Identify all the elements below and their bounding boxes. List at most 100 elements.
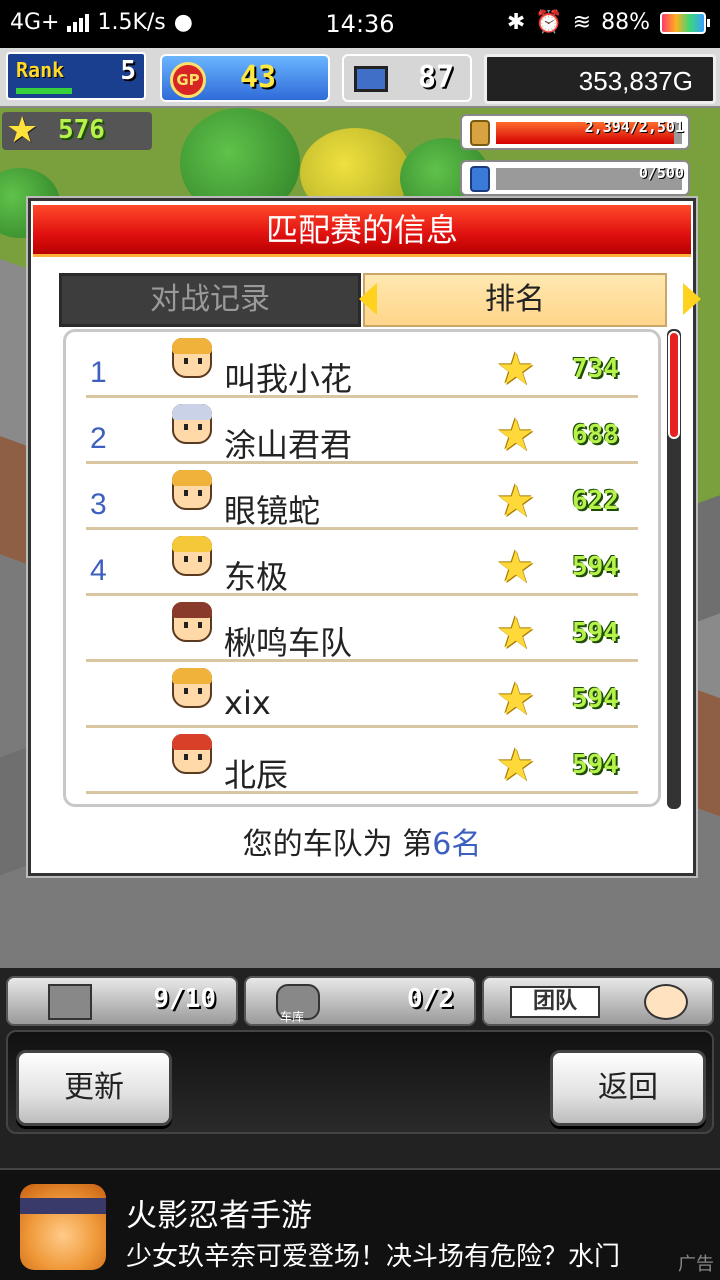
wifi-icon: ≋ bbox=[572, 10, 592, 35]
avatar-hair bbox=[172, 668, 212, 684]
ad-title[interactable]: 火影忍者手游 bbox=[126, 1190, 312, 1235]
player-name: xix bbox=[224, 684, 271, 722]
update-button[interactable]: 更新 bbox=[16, 1050, 172, 1126]
avatar-eye bbox=[184, 754, 188, 760]
coin-stack-icon bbox=[470, 120, 490, 146]
player-name: 北辰 bbox=[224, 756, 289, 794]
gp-panel[interactable]: GP 43 bbox=[160, 54, 330, 102]
ranking-row[interactable]: 北辰 ★ 594 bbox=[86, 728, 638, 794]
player-score: 594 bbox=[572, 684, 619, 714]
star-icon: ★ bbox=[496, 410, 536, 461]
rank-label: Rank bbox=[16, 58, 65, 82]
star-panel: ★ 576 bbox=[2, 112, 152, 150]
ad-banner[interactable]: 火影忍者手游 少女玖辛奈可爱登场！决斗场有危险？水门 广告 bbox=[0, 1168, 720, 1280]
rank-number: 2 bbox=[90, 422, 107, 455]
ranking-row[interactable]: 1 叫我小花 ★ 734 bbox=[86, 332, 638, 398]
fuel-meter: 2,394/2,501 bbox=[460, 114, 690, 150]
star-icon: ★ bbox=[6, 110, 39, 151]
battery-percent: 88% bbox=[601, 10, 650, 35]
ranking-list[interactable]: 1 叫我小花 ★ 734 2 涂山君君 ★ 688 3 眼镜蛇 ★ 622 4 东极 ★ 594 楸鸣车队 ★ 59… bbox=[63, 329, 661, 807]
action-bar: 更新 返回 bbox=[6, 1030, 714, 1134]
avatar-eye bbox=[198, 424, 202, 430]
staff-avatar-icon bbox=[644, 984, 688, 1020]
slot-inventory[interactable]: 9/10 bbox=[6, 976, 238, 1026]
player-avatar bbox=[172, 602, 212, 642]
arrow-right-icon[interactable] bbox=[683, 283, 701, 315]
avatar-eye bbox=[184, 358, 188, 364]
avatar-hair bbox=[172, 602, 212, 618]
computer-icon bbox=[354, 66, 388, 92]
avatar-hair bbox=[172, 338, 212, 354]
avatar-eye bbox=[184, 490, 188, 496]
ranking-row[interactable]: xix ★ 594 bbox=[86, 662, 638, 728]
avatar-eye bbox=[198, 490, 202, 496]
back-button[interactable]: 返回 bbox=[550, 1050, 706, 1126]
player-avatar bbox=[172, 470, 212, 510]
rank-number: 1 bbox=[90, 356, 107, 389]
alarm-icon: ⏰ bbox=[535, 10, 563, 35]
tab-bar: 对战记录 排名 bbox=[59, 273, 701, 327]
star-icon: ★ bbox=[496, 476, 536, 527]
player-avatar bbox=[172, 404, 212, 444]
bluetooth-icon: ✱ bbox=[506, 10, 526, 35]
garage-count: 0/2 bbox=[407, 984, 454, 1014]
star-icon: ★ bbox=[496, 344, 536, 395]
match-info-dialog: 匹配赛的信息 对战记录 排名 1 叫我小花 ★ 734 2 涂山君君 ★ 688 3 眼镜蛇 ★ 62… bbox=[28, 198, 701, 876]
scrollbar[interactable] bbox=[667, 329, 681, 809]
player-name: 东极 bbox=[224, 558, 289, 596]
dialog-title: 匹配赛的信息 bbox=[33, 205, 691, 257]
computer-panel[interactable]: 87 bbox=[342, 54, 472, 102]
capsule-icon bbox=[470, 166, 490, 192]
garage-label: 车库 bbox=[280, 1010, 305, 1024]
parts-meter: 0/500 bbox=[460, 160, 690, 196]
rank-progress-bar bbox=[16, 88, 72, 94]
player-avatar bbox=[172, 668, 212, 708]
inventory-count: 9/10 bbox=[153, 984, 216, 1014]
avatar-eye bbox=[198, 688, 202, 694]
tab-ranking[interactable]: 排名 bbox=[363, 273, 667, 327]
ad-tag: 广告 bbox=[678, 1254, 714, 1275]
status-right: ✱ ⏰ ≋ 88% bbox=[506, 10, 710, 35]
rank-panel[interactable]: Rank 5 bbox=[6, 52, 146, 100]
ranking-rows: 1 叫我小花 ★ 734 2 涂山君君 ★ 688 3 眼镜蛇 ★ 622 4 东极 ★ 594 楸鸣车队 ★ 59… bbox=[86, 332, 638, 794]
avatar-eye bbox=[198, 754, 202, 760]
your-rank-text: 您的车队为 第6名 bbox=[31, 819, 693, 863]
player-score: 594 bbox=[572, 618, 619, 648]
ranking-row[interactable]: 2 涂山君君 ★ 688 bbox=[86, 398, 638, 464]
arrow-left-icon[interactable] bbox=[359, 283, 377, 315]
player-score: 734 bbox=[572, 354, 619, 384]
ad-app-icon[interactable] bbox=[20, 1184, 106, 1270]
player-score: 622 bbox=[572, 486, 619, 516]
star-icon: ★ bbox=[496, 608, 536, 659]
ranking-row[interactable]: 4 东极 ★ 594 bbox=[86, 530, 638, 596]
player-avatar bbox=[172, 734, 212, 774]
scroll-thumb[interactable] bbox=[668, 331, 680, 439]
player-score: 688 bbox=[572, 420, 619, 450]
crate-icon bbox=[48, 984, 92, 1020]
avatar-hair bbox=[172, 404, 212, 420]
avatar-eye bbox=[184, 622, 188, 628]
star-icon: ★ bbox=[496, 674, 536, 725]
team-label: 团队 bbox=[510, 986, 600, 1018]
your-rank-prefix: 您的车队为 第 bbox=[242, 827, 433, 862]
avatar-hair bbox=[172, 536, 212, 552]
ranking-row[interactable]: 3 眼镜蛇 ★ 622 bbox=[86, 464, 638, 530]
avatar-hair bbox=[172, 470, 212, 486]
slot-garage[interactable]: 车库 0/2 bbox=[244, 976, 476, 1026]
your-rank-number: 6名 bbox=[432, 827, 481, 862]
player-avatar bbox=[172, 338, 212, 378]
bottom-hud: 9/10 车库 0/2 团队 更新 返回 bbox=[0, 968, 720, 1168]
ad-description[interactable]: 少女玖辛奈可爱登场！决斗场有危险？水门 bbox=[126, 1236, 716, 1273]
battery-icon bbox=[660, 11, 710, 34]
money-display: 353,837G bbox=[484, 54, 716, 104]
player-name: 眼镜蛇 bbox=[224, 492, 321, 530]
avatar-eye bbox=[198, 556, 202, 562]
status-bar: 4G+ 1.5K/s ● 14:36 ✱ ⏰ ≋ 88% bbox=[0, 0, 720, 48]
ranking-row[interactable]: 楸鸣车队 ★ 594 bbox=[86, 596, 638, 662]
your-rank-suffix: 名 bbox=[451, 827, 482, 862]
tab-battle-record[interactable]: 对战记录 bbox=[59, 273, 361, 327]
your-rank-num: 6 bbox=[432, 827, 452, 862]
avatar-eye bbox=[198, 622, 202, 628]
player-avatar bbox=[172, 536, 212, 576]
slot-team[interactable]: 团队 bbox=[482, 976, 714, 1026]
